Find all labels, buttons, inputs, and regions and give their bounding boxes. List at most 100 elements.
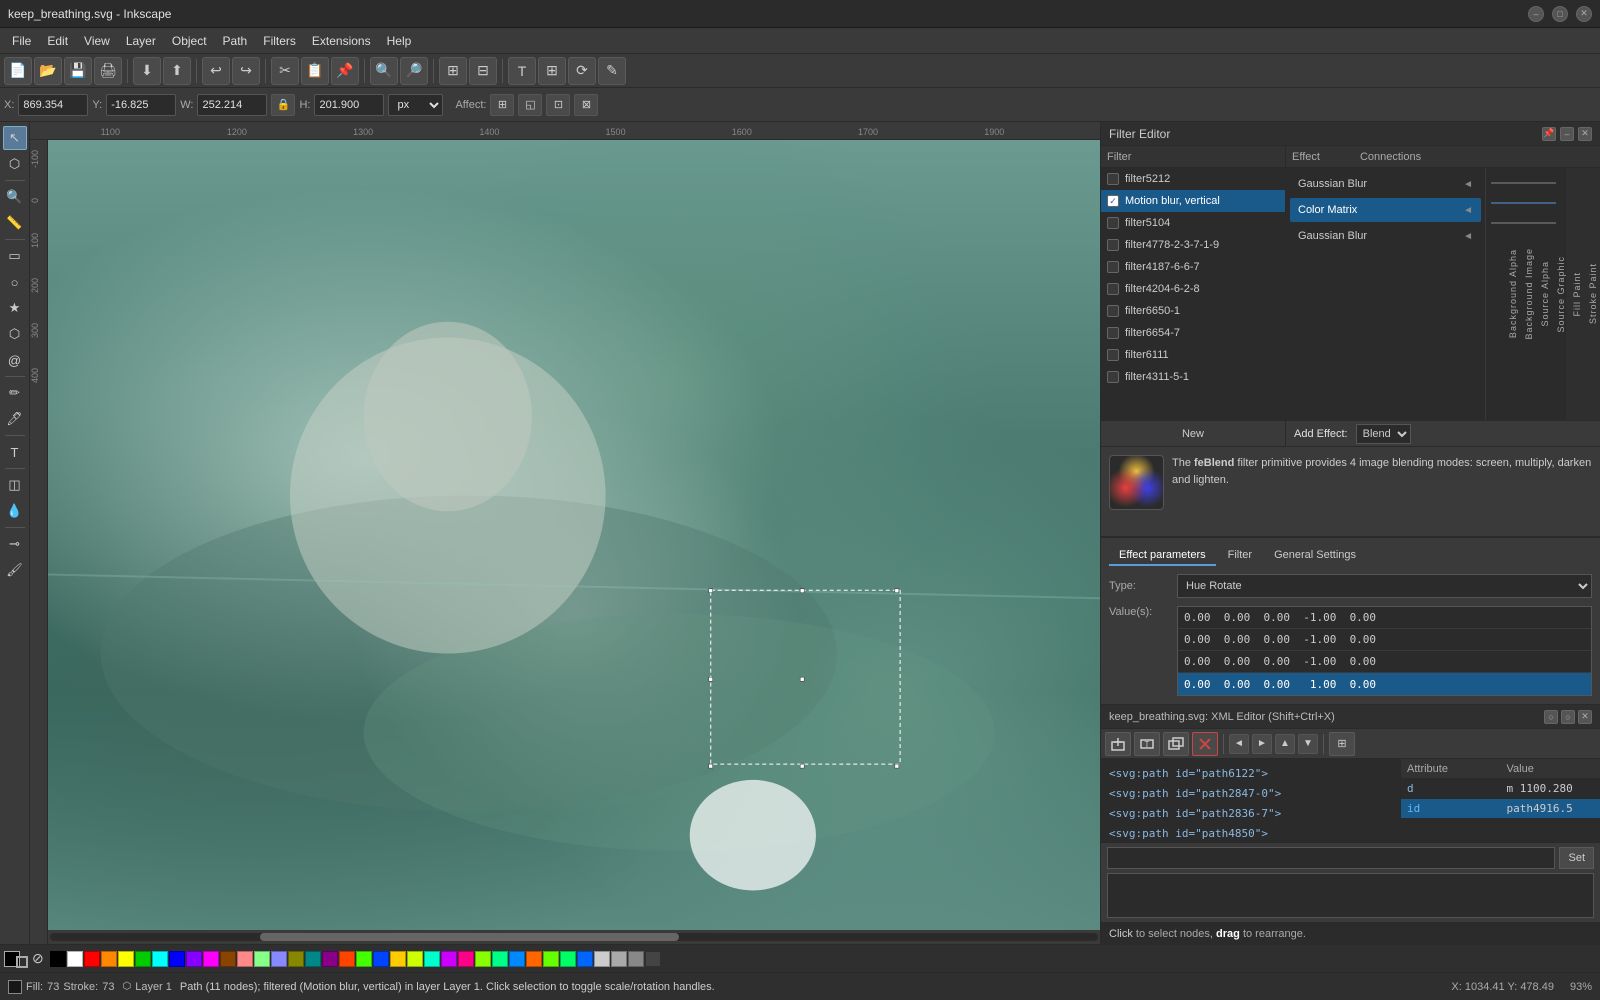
filter-item-selected[interactable]: ✓ Motion blur, vertical: [1101, 190, 1285, 212]
new-button[interactable]: 📄: [4, 57, 32, 85]
canvas-area[interactable]: 1100 1200 1300 1400 1500 1600 1700 1900 …: [30, 122, 1100, 944]
filter-item[interactable]: filter4311-5-1: [1101, 366, 1285, 388]
effect-item-gaussian1[interactable]: Gaussian Blur ◄: [1290, 172, 1481, 196]
color-swatch[interactable]: [390, 951, 406, 967]
xml-editor-restore-button[interactable]: ○: [1561, 710, 1575, 724]
color-swatch[interactable]: [237, 951, 253, 967]
xe-indent-btn[interactable]: ⊞: [1329, 732, 1355, 756]
xml-attr-value-input[interactable]: [1107, 847, 1555, 869]
color-swatch[interactable]: [594, 951, 610, 967]
no-paint-icon[interactable]: ⊘: [32, 950, 44, 967]
filter-editor-close-button[interactable]: ✕: [1578, 127, 1592, 141]
affect-btn1[interactable]: ⊞: [490, 94, 514, 116]
color-swatch[interactable]: [356, 951, 372, 967]
color-swatch[interactable]: [645, 951, 661, 967]
select-tool[interactable]: ↖: [3, 126, 27, 150]
menu-object[interactable]: Object: [164, 31, 215, 51]
export-button[interactable]: ⬆: [163, 57, 191, 85]
calligraphy-tool[interactable]: 🖊: [3, 407, 27, 431]
menu-filters[interactable]: Filters: [255, 31, 304, 51]
color-swatch[interactable]: [475, 951, 491, 967]
color-swatch[interactable]: [288, 951, 304, 967]
eyedropper-tool[interactable]: 💧: [3, 499, 27, 523]
xml-set-button[interactable]: Set: [1559, 847, 1594, 869]
filter-item[interactable]: filter4187-6-6-7: [1101, 256, 1285, 278]
xml-editor-btn[interactable]: ✎: [598, 57, 626, 85]
lock-ratio-button[interactable]: 🔒: [271, 94, 295, 116]
effect-list[interactable]: Gaussian Blur ◄ Color Matrix ◄ Gaussian …: [1286, 168, 1485, 420]
xml-attr-row-id-selected[interactable]: id path4916.5: [1401, 799, 1600, 819]
color-swatch[interactable]: [254, 951, 270, 967]
horizontal-scrollbar[interactable]: [48, 930, 1100, 944]
value-row-1[interactable]: 0.00 0.00 0.00 -1.00 0.00: [1178, 607, 1591, 629]
xml-tree[interactable]: <svg:path id="path6122"> <svg:path id="p…: [1101, 759, 1400, 842]
color-swatch[interactable]: [611, 951, 627, 967]
color-swatch[interactable]: [526, 951, 542, 967]
xe-new-text-btn[interactable]: T: [1134, 732, 1160, 756]
menu-extensions[interactable]: Extensions: [304, 31, 379, 51]
xml-node[interactable]: <svg:path id="path2847-0">: [1101, 783, 1400, 803]
open-button[interactable]: 📂: [34, 57, 62, 85]
color-swatch[interactable]: [441, 951, 457, 967]
gradient-tool[interactable]: ◫: [3, 473, 27, 497]
save-button[interactable]: 💾: [64, 57, 92, 85]
color-swatch[interactable]: [577, 951, 593, 967]
undo-button[interactable]: ↩: [202, 57, 230, 85]
color-swatch[interactable]: [509, 951, 525, 967]
color-swatch[interactable]: [339, 951, 355, 967]
color-swatch[interactable]: [271, 951, 287, 967]
color-swatch[interactable]: [628, 951, 644, 967]
tab-effect-parameters[interactable]: Effect parameters: [1109, 546, 1216, 566]
menu-layer[interactable]: Layer: [118, 31, 164, 51]
value-row-3[interactable]: 0.00 0.00 0.00 -1.00 0.00: [1178, 651, 1591, 673]
3d-box-tool[interactable]: ⬡: [3, 322, 27, 346]
filter-checkbox[interactable]: [1107, 327, 1119, 339]
unit-select[interactable]: px: [388, 94, 443, 116]
color-swatch[interactable]: [424, 951, 440, 967]
xml-node[interactable]: <svg:path id="path6122">: [1101, 763, 1400, 783]
color-swatch[interactable]: [220, 951, 236, 967]
copy-button[interactable]: 📋: [301, 57, 329, 85]
color-swatch[interactable]: [407, 951, 423, 967]
tab-general-settings[interactable]: General Settings: [1264, 546, 1366, 566]
filter-new-button[interactable]: New: [1101, 420, 1285, 446]
align-button[interactable]: ⊞: [538, 57, 566, 85]
text-tool-btn[interactable]: T: [508, 57, 536, 85]
color-swatch[interactable]: [135, 951, 151, 967]
menu-edit[interactable]: Edit: [39, 31, 76, 51]
color-swatch[interactable]: [492, 951, 508, 967]
filter-item[interactable]: filter5212: [1101, 168, 1285, 190]
filter-checkbox[interactable]: [1107, 217, 1119, 229]
filter-checkbox[interactable]: [1107, 283, 1119, 295]
color-swatch[interactable]: [169, 951, 185, 967]
values-table[interactable]: 0.00 0.00 0.00 -1.00 0.00 0.00 0.00 0.00…: [1177, 606, 1592, 696]
x-input[interactable]: [18, 94, 88, 116]
value-row-2[interactable]: 0.00 0.00 0.00 -1.00 0.00: [1178, 629, 1591, 651]
xml-node[interactable]: <svg:path id="path2836-7">: [1101, 803, 1400, 823]
filter-item[interactable]: filter6650-1: [1101, 300, 1285, 322]
xe-up-btn[interactable]: ▲: [1275, 734, 1295, 754]
filter-checkbox[interactable]: [1107, 371, 1119, 383]
filter-checkbox[interactable]: [1107, 261, 1119, 273]
filter-editor-collapse-button[interactable]: –: [1560, 127, 1574, 141]
filter-item[interactable]: filter4204-6-2-8: [1101, 278, 1285, 300]
h-input[interactable]: [314, 94, 384, 116]
filter-list[interactable]: filter5212 ✓ Motion blur, vertical filte…: [1101, 168, 1285, 420]
filter-checkbox[interactable]: [1107, 239, 1119, 251]
filter-item[interactable]: filter6111: [1101, 344, 1285, 366]
filter-editor-pin-button[interactable]: 📌: [1542, 127, 1556, 141]
color-swatch[interactable]: [101, 951, 117, 967]
color-swatch[interactable]: [322, 951, 338, 967]
tab-filter[interactable]: Filter: [1218, 546, 1262, 566]
menu-view[interactable]: View: [76, 31, 118, 51]
ellipse-tool[interactable]: ○: [3, 270, 27, 294]
color-swatch[interactable]: [67, 951, 83, 967]
color-swatch[interactable]: [84, 951, 100, 967]
effect-item-gaussian2[interactable]: Gaussian Blur ◄: [1290, 224, 1481, 248]
measure-tool[interactable]: 📏: [3, 211, 27, 235]
connector-tool[interactable]: ⊸: [3, 532, 27, 556]
color-swatch[interactable]: [203, 951, 219, 967]
filter-item[interactable]: filter6654-7: [1101, 322, 1285, 344]
paste-button[interactable]: 📌: [331, 57, 359, 85]
filter-item[interactable]: filter5104: [1101, 212, 1285, 234]
